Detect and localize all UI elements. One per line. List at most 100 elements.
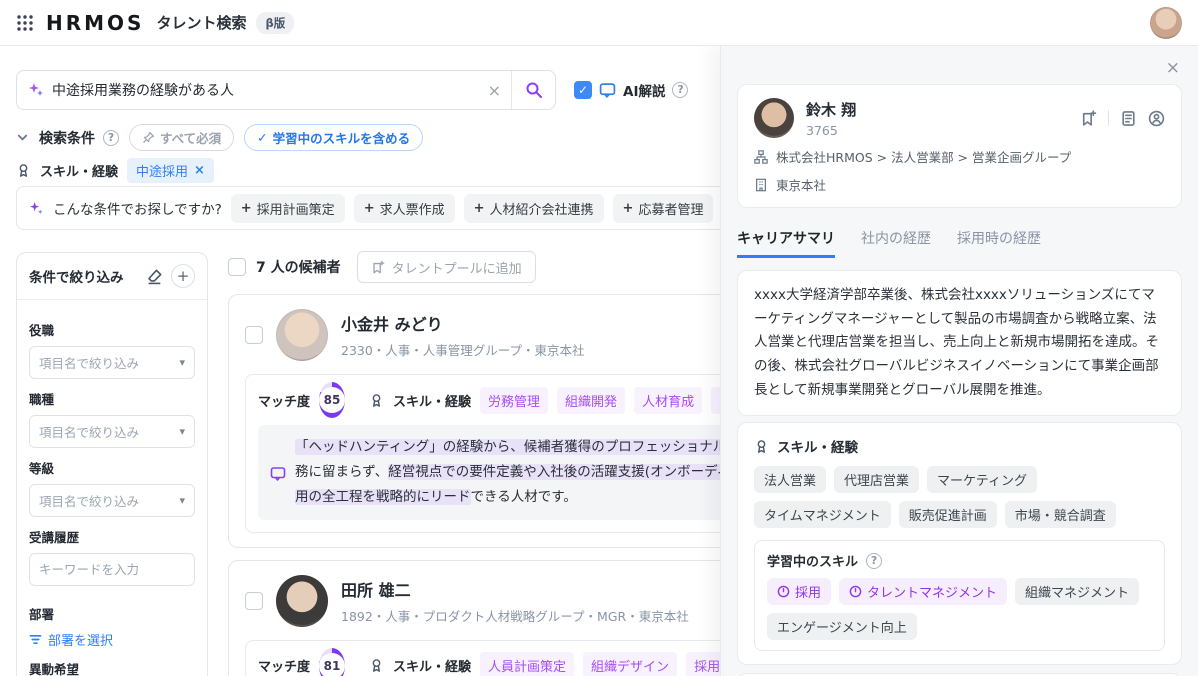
profile-name: 鈴木 翔 xyxy=(806,99,856,120)
ai-sparkle-icon xyxy=(17,82,44,98)
filter-label-role: 役職 xyxy=(29,320,195,339)
active-filter-row: スキル・経験 中途採用 × xyxy=(16,158,214,183)
include-learning-pill[interactable]: ✓ 学習中のスキルを含める xyxy=(244,124,423,151)
skill-tag[interactable]: 代理店営業 xyxy=(834,466,919,493)
skill-tag[interactable]: タイムマネジメント xyxy=(754,501,891,528)
filter-tag-chutosaiyo[interactable]: 中途採用 × xyxy=(127,158,214,183)
skills-card: スキル・経験 法人営業 代理店営業 マーケティング タイムマネジメント 販売促進… xyxy=(737,422,1182,665)
results-list: 7 人の候補者 タレントプールに追加 小金井 みどり 2330・人事・人事管理グ… xyxy=(228,252,730,676)
ai-comment-box: 「ヘッドハンティング」の経験から、候補者獲得のプロフェッショナルとしての高い 務… xyxy=(258,425,730,520)
apps-grid-icon[interactable] xyxy=(16,14,34,32)
skills-title: スキル・経験 xyxy=(777,436,858,456)
in-progress-clock-icon xyxy=(777,585,790,598)
tab-hiring-history[interactable]: 採用時の経歴 xyxy=(957,228,1041,258)
search-input[interactable] xyxy=(44,82,478,98)
search-button[interactable] xyxy=(511,71,555,109)
bookmark-plus-icon xyxy=(371,260,385,275)
eraser-icon[interactable] xyxy=(146,268,163,285)
search-box[interactable]: × xyxy=(16,70,556,110)
skill-tag[interactable]: 販売促進計画 xyxy=(899,501,997,528)
tab-internal-history[interactable]: 社内の経歴 xyxy=(861,228,931,258)
learning-skill-tag[interactable]: タレントマネジメント xyxy=(839,578,1007,605)
skill-category-label: スキル・経験 xyxy=(393,391,471,410)
add-to-talent-pool-button[interactable]: タレントプールに追加 xyxy=(357,251,536,283)
profile-detail-panel: × 鈴木 翔 3765 xyxy=(720,46,1198,676)
role-select[interactable]: 項目名で絞り込み▾ xyxy=(29,346,195,379)
skill-chip[interactable]: 人員計画策定 xyxy=(480,652,574,676)
search-main-area: × ✓ AI解説 ? 検索条件 ? すべて必須 xyxy=(0,46,730,676)
suggestion-chip[interactable]: +人材紹介会社連携 xyxy=(464,194,604,223)
all-required-pill[interactable]: すべて必須 xyxy=(129,124,234,151)
learning-skill-tag[interactable]: エンゲージメント向上 xyxy=(767,613,917,640)
suggestion-chip[interactable]: +採用計画策定 xyxy=(231,194,345,223)
candidate-name[interactable]: 田所 雄二 xyxy=(341,577,689,601)
select-department-link[interactable]: 部署を選択 xyxy=(29,630,195,649)
match-score-ring: 85 xyxy=(319,382,345,418)
person-circle-icon[interactable] xyxy=(1148,110,1165,127)
add-filter-button[interactable]: + xyxy=(171,264,195,288)
page-title: タレント検索 xyxy=(156,12,246,33)
ai-checkbox[interactable]: ✓ xyxy=(574,81,592,99)
candidate-name[interactable]: 小金井 みどり xyxy=(341,311,585,335)
learning-skills-box: 学習中のスキル ? 採用 タレントマネジメント 組織マネジメント エンゲージメン… xyxy=(754,540,1165,651)
match-label: マッチ度 xyxy=(258,391,310,410)
bookmark-plus-icon[interactable] xyxy=(1080,110,1097,127)
results-header: 7 人の候補者 タレントプールに追加 xyxy=(228,252,730,282)
ai-comment-line: 務に留まらず、経営視点での要件定義や入社後の活躍支援(オンボーディング)まで一 xyxy=(295,460,730,485)
suggest-sparkle-icon xyxy=(29,201,44,216)
suggestion-chip[interactable]: +求人票作成 xyxy=(354,194,455,223)
suggestion-chip[interactable]: +応募者管理 xyxy=(613,194,714,223)
filter-label-dept: 部署 xyxy=(29,604,195,623)
career-summary-card: xxxx大学経済学部卒業後、株式会社xxxxソリューションズにてマーケティングマ… xyxy=(737,270,1182,416)
filter-category-label: スキル・経験 xyxy=(40,161,118,180)
match-label: マッチ度 xyxy=(258,656,310,675)
skill-tag[interactable]: マーケティング xyxy=(927,466,1037,493)
learning-help-icon[interactable]: ? xyxy=(866,553,882,569)
profile-avatar xyxy=(754,98,794,138)
skill-chip[interactable]: 労務管理 xyxy=(480,387,548,414)
tab-career-summary[interactable]: キャリアサマリ xyxy=(737,228,835,258)
skill-badge-icon xyxy=(369,393,384,408)
skill-tag[interactable]: 法人営業 xyxy=(754,466,826,493)
filter-funnel-icon xyxy=(29,633,42,646)
suggestion-box: こんな条件でお探しですか? +採用計画策定 +求人票作成 +人材紹介会社連携 +… xyxy=(16,186,730,230)
skill-badge-icon xyxy=(369,658,384,673)
learning-skill-tag[interactable]: 採用 xyxy=(767,578,831,605)
caret-down-icon: ▾ xyxy=(179,494,185,507)
skill-chip[interactable]: 組織デザイン xyxy=(583,652,677,676)
candidate-meta: 1892・人事・プロダクト人材戦略グループ・MGR・東京本社 xyxy=(341,606,689,625)
in-progress-clock-icon xyxy=(849,585,862,598)
document-icon[interactable] xyxy=(1120,110,1137,127)
grade-select[interactable]: 項目名で絞り込み▾ xyxy=(29,484,195,517)
candidate-checkbox[interactable] xyxy=(245,592,263,610)
skill-category-label: スキル・経験 xyxy=(393,656,471,675)
candidate-checkbox[interactable] xyxy=(245,326,263,344)
comment-bubble-icon xyxy=(270,438,286,510)
candidate-card[interactable]: 田所 雄二 1892・人事・プロダクト人材戦略グループ・MGR・東京本社 マッチ… xyxy=(228,560,730,676)
candidate-avatar xyxy=(276,309,328,361)
clear-search-icon[interactable]: × xyxy=(478,81,511,100)
ai-help-icon[interactable]: ? xyxy=(672,82,688,98)
remove-tag-icon[interactable]: × xyxy=(194,163,205,178)
ai-explanation-toggle[interactable]: ✓ AI解説 ? xyxy=(574,80,688,100)
course-history-input[interactable] xyxy=(29,553,195,586)
hrmos-logo[interactable]: HRMOS xyxy=(46,11,144,35)
jobtype-select[interactable]: 項目名で絞り込み▾ xyxy=(29,415,195,448)
select-all-checkbox[interactable] xyxy=(228,258,246,276)
learning-skill-tag[interactable]: 組織マネジメント xyxy=(1015,578,1139,605)
suggestion-prompt: こんな条件でお探しですか? xyxy=(53,198,222,218)
skill-chip[interactable]: 組織開発 xyxy=(557,387,625,414)
match-section: マッチ度 85 スキル・経験 労務管理 組織開発 人材育成 人材戦略 組織人事コ… xyxy=(245,374,730,533)
conditions-help-icon[interactable]: ? xyxy=(103,130,119,146)
candidate-card[interactable]: 小金井 みどり 2330・人事・人事管理グループ・東京本社 マッチ度 85 スキ… xyxy=(228,294,730,548)
close-panel-icon[interactable]: × xyxy=(1166,58,1180,78)
sidebar-header: 条件で絞り込み + xyxy=(17,253,207,300)
beta-badge: β版 xyxy=(256,12,294,34)
skill-tag[interactable]: 市場・競合調査 xyxy=(1005,501,1116,528)
skill-chip[interactable]: 人材育成 xyxy=(634,387,702,414)
profile-org-path: 株式会社HRMOS > 法人営業部 > 営業企画グループ xyxy=(754,147,1165,166)
chevron-down-icon[interactable] xyxy=(16,131,29,144)
user-avatar[interactable] xyxy=(1150,7,1182,39)
match-score-ring: 81 xyxy=(319,648,345,676)
ai-comment-line: 「ヘッドハンティング」の経験から、候補者獲得のプロフェッショナルとしての高い xyxy=(295,435,730,460)
